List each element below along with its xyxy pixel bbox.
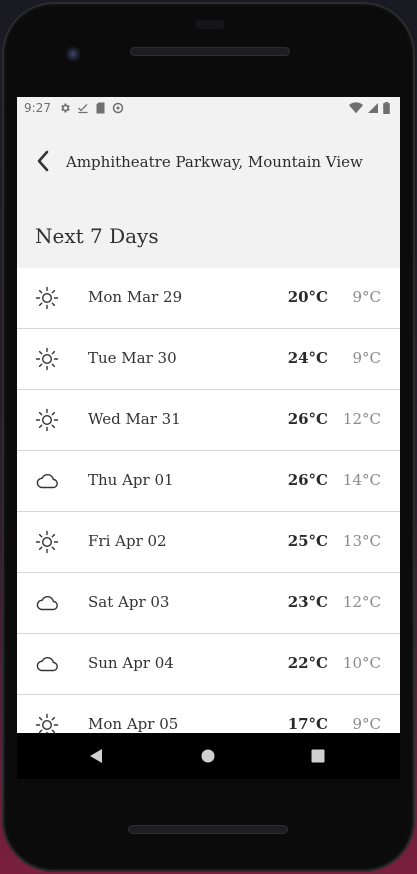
forecast-low: 13°C — [342, 532, 381, 550]
forecast-high: 17°C — [287, 715, 328, 733]
forecast-list[interactable]: Mon Mar 29 20°C 9°C Tue Mar 30 24°C 9°C — [17, 268, 400, 733]
recents-square-icon[interactable] — [311, 748, 325, 764]
cloud-icon — [36, 656, 58, 672]
forecast-date: Sun Apr 04 — [88, 654, 174, 672]
status-icons-right — [349, 102, 390, 114]
cloud-icon — [36, 595, 58, 611]
forecast-high: 20°C — [287, 288, 328, 306]
section-header: Next 7 Days — [17, 205, 400, 268]
forecast-low: 12°C — [342, 593, 381, 611]
sd-card-icon — [96, 102, 105, 114]
forecast-high: 24°C — [287, 349, 328, 367]
forecast-row[interactable]: Sun Apr 04 22°C 10°C — [17, 634, 400, 695]
sun-icon — [35, 530, 59, 554]
front-camera — [65, 46, 81, 62]
forecast-high: 26°C — [287, 471, 328, 489]
forecast-low: 9°C — [352, 715, 381, 733]
forecast-high: 26°C — [287, 410, 328, 428]
forecast-high: 25°C — [287, 532, 328, 550]
sun-icon — [35, 408, 59, 432]
sun-icon — [35, 347, 59, 371]
earpiece-speaker — [130, 47, 290, 56]
forecast-date: Sat Apr 03 — [88, 593, 170, 611]
forecast-date: Fri Apr 02 — [88, 532, 167, 550]
forecast-row[interactable]: Thu Apr 01 26°C 14°C — [17, 451, 400, 512]
home-circle-icon[interactable] — [201, 748, 215, 764]
forecast-low: 12°C — [342, 410, 381, 428]
battery-icon — [383, 102, 390, 114]
forecast-date: Wed Mar 31 — [88, 410, 181, 428]
forecast-high: 22°C — [287, 654, 328, 672]
forecast-high: 23°C — [287, 593, 328, 611]
forecast-row[interactable]: Fri Apr 02 25°C 13°C — [17, 512, 400, 573]
app-screen: 9:27 Amphitheatre Parkway, Mountain View… — [17, 97, 400, 733]
wifi-icon — [349, 102, 363, 114]
status-time: 9:27 — [24, 101, 51, 115]
proximity-sensor — [195, 20, 225, 29]
bottom-speaker — [128, 825, 288, 834]
forecast-row[interactable]: Mon Apr 05 17°C 9°C — [17, 695, 400, 733]
forecast-date: Tue Mar 30 — [88, 349, 177, 367]
cloud-icon — [36, 473, 58, 489]
navigation-bar — [17, 733, 400, 779]
sun-icon — [35, 713, 59, 733]
forecast-date: Mon Mar 29 — [88, 288, 183, 306]
section-title: Next 7 Days — [35, 224, 159, 248]
arrow-back-icon — [37, 150, 49, 172]
forecast-row[interactable]: Tue Mar 30 24°C 9°C — [17, 329, 400, 390]
status-icons-left — [59, 102, 124, 114]
page-title: Amphitheatre Parkway, Mountain View — [66, 153, 363, 171]
forecast-date: Mon Apr 05 — [88, 715, 179, 733]
back-button[interactable] — [31, 149, 55, 173]
forecast-low: 10°C — [342, 654, 381, 672]
status-bar: 9:27 — [17, 97, 400, 121]
app-bar: Amphitheatre Parkway, Mountain View — [17, 121, 400, 205]
sun-icon — [35, 286, 59, 310]
forecast-row[interactable]: Sat Apr 03 23°C 12°C — [17, 573, 400, 634]
back-triangle-icon[interactable] — [89, 748, 103, 764]
forecast-date: Thu Apr 01 — [88, 471, 174, 489]
forecast-row[interactable]: Wed Mar 31 26°C 12°C — [17, 390, 400, 451]
signal-icon — [368, 103, 378, 113]
check-download-icon — [78, 104, 88, 114]
gear-icon — [61, 103, 70, 113]
data-saver-icon — [112, 102, 124, 114]
forecast-low: 14°C — [342, 471, 381, 489]
forecast-low: 9°C — [352, 288, 381, 306]
forecast-row[interactable]: Mon Mar 29 20°C 9°C — [17, 268, 400, 329]
forecast-low: 9°C — [352, 349, 381, 367]
